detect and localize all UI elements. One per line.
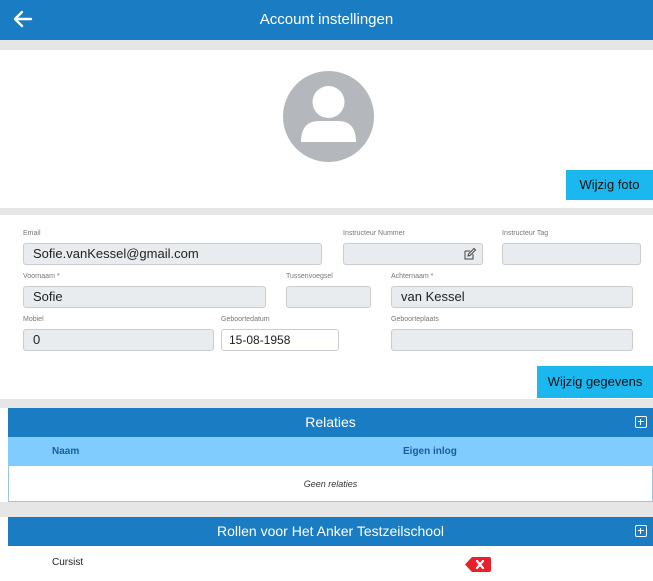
first-name-field[interactable]: Sofie [23, 286, 266, 308]
infix-label: Tussenvoegsel [286, 273, 333, 280]
email-field[interactable]: Sofie.vanKessel@gmail.com [23, 243, 322, 265]
last-name-field[interactable]: van Kessel [391, 286, 633, 308]
instructor-number-field[interactable] [343, 243, 483, 265]
instructor-number-label: Instructeur Nummer [343, 230, 405, 237]
role-label: Cursist [52, 557, 84, 568]
birthplace-field[interactable] [391, 329, 633, 351]
last-name-label: Achternaam * [391, 273, 434, 280]
instructor-tag-field[interactable] [502, 243, 641, 265]
divider [0, 502, 653, 517]
birthplace-label: Geboorteplaats [391, 316, 439, 323]
relations-header: Relaties [8, 408, 653, 437]
column-name: Naam [52, 446, 80, 457]
instructor-tag-label: Instructeur Tag [502, 230, 549, 237]
infix-field[interactable] [286, 286, 371, 308]
column-own-login: Eigen inlog [403, 446, 457, 457]
birthdate-label: Geboortedatum [221, 316, 270, 323]
mobile-label: Mobiel [23, 316, 44, 323]
add-relation-icon[interactable] [635, 416, 647, 428]
roles-header: Rollen voor Het Anker Testzeilschool [8, 517, 653, 546]
relations-empty-row: Geen relaties [8, 466, 653, 502]
relations-table-header: Naam Eigen inlog [8, 437, 653, 466]
relations-title: Relaties [305, 414, 356, 430]
birthdate-field[interactable]: 15-08-1958 [221, 329, 339, 351]
page-title: Account instellingen [259, 11, 394, 28]
first-name-label: Voornaam * [23, 273, 60, 280]
change-photo-button[interactable]: Wijzig foto [566, 170, 653, 200]
top-bar: Account instellingen [0, 0, 653, 40]
divider [0, 399, 653, 408]
divider [0, 208, 653, 215]
add-role-icon[interactable] [635, 525, 647, 537]
email-label: Email [23, 230, 41, 237]
roles-title: Rollen voor Het Anker Testzeilschool [217, 523, 444, 539]
edit-icon[interactable] [463, 247, 477, 261]
mobile-field[interactable]: 0 [23, 329, 214, 351]
save-details-button[interactable]: Wijzig gegevens [537, 366, 653, 398]
empty-state-text: Geen relaties [303, 479, 358, 489]
user-silhouette-icon [301, 86, 356, 142]
delete-icon[interactable] [465, 557, 491, 572]
divider [0, 40, 653, 50]
avatar [283, 71, 374, 162]
role-list-item: Cursist [8, 546, 653, 581]
